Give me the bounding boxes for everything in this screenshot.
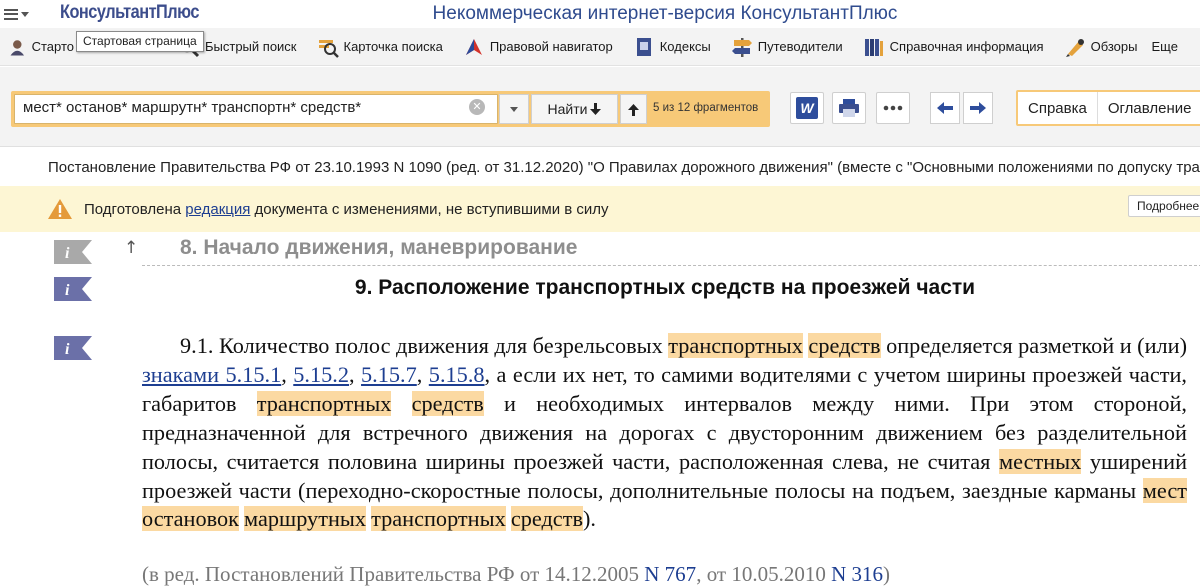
search-input[interactable]: мест* останов* маршрутн* транспортн* сре… [14, 94, 498, 124]
more-actions-button[interactable] [876, 92, 910, 124]
go-up-icon[interactable]: ↑ [124, 238, 138, 258]
pen-icon [1065, 38, 1084, 57]
word-icon: W [796, 97, 818, 119]
decree-link-767[interactable]: N 767 [644, 562, 696, 586]
compass-icon [465, 38, 482, 55]
toolbar-item-label: Быстрый поиск [205, 39, 297, 54]
para-text: определяется разметкой и (или) [880, 333, 1187, 358]
search-hit: мест [1142, 477, 1187, 503]
svg-text:W: W [800, 100, 815, 116]
warning-icon [48, 199, 72, 219]
toolbar-codexes[interactable]: Кодексы [619, 28, 717, 66]
search-hit: транспортных [371, 506, 506, 532]
toolbar-reviews[interactable]: Обзоры [1050, 28, 1144, 66]
find-button[interactable]: Найти [531, 94, 618, 124]
home-icon [10, 39, 25, 55]
sign-link-5-15-7[interactable]: 5.15.7 [361, 362, 417, 387]
toolbar-item-label: Карточка поиска [343, 39, 443, 54]
info-flag-icon[interactable]: i [54, 336, 92, 360]
section-divider [142, 265, 1200, 266]
toolbar-more[interactable]: Еще [1143, 28, 1183, 66]
toolbar-item-label: Путеводители [757, 39, 843, 54]
arrow-right-icon [970, 102, 986, 114]
toolbar-start-page[interactable]: Старто [0, 28, 80, 66]
para-text: , [349, 361, 362, 387]
fragment-counter: 5 из 12 фрагментов [653, 102, 759, 114]
search-hit: средств [510, 506, 583, 532]
search-panel: мест* останов* маршрутн* транспортн* сре… [11, 91, 770, 127]
doc-tabs: Справка Оглавление [1016, 90, 1200, 126]
warning-text-before: Подготовлена [84, 201, 186, 218]
section-title: 9. Расположение транспортных средств на … [354, 276, 976, 299]
warning-text-after: документа с изменениями, не вступившими … [250, 201, 609, 218]
sign-link-5-15-8[interactable]: 5.15.8 [429, 362, 485, 387]
toolbar-reference-info[interactable]: Справочная информация [849, 28, 1050, 66]
edition-warning-bar: Подготовлена редакция документа с измене… [0, 186, 1200, 232]
search-hit: остановок [142, 506, 239, 532]
note-text: (в ред. Постановлений Правительства РФ о… [142, 562, 645, 586]
forward-button[interactable] [963, 92, 993, 124]
para-text [391, 391, 411, 416]
sign-link-5-15-2[interactable]: 5.15.2 [293, 362, 349, 387]
search-band: мест* останов* маршрутн* транспортн* сре… [0, 67, 1200, 147]
toolbar-item-label: Правовой навигатор [489, 39, 613, 54]
toolbar-item-label: Обзоры [1090, 39, 1138, 54]
tab-reference[interactable]: Справка [1018, 92, 1098, 124]
toolbar-guides[interactable]: Путеводители [717, 28, 849, 66]
document-title: Постановление Правительства РФ от 23.10.… [48, 159, 1200, 176]
note-text: , от 10.05.2010 [696, 562, 832, 586]
clear-search-icon[interactable]: ✕ [469, 99, 485, 115]
toolbar-item-label: Старто [31, 39, 74, 54]
arrow-up-icon [628, 103, 639, 116]
svg-text:i: i [65, 341, 70, 358]
para-text: 9.1. Количество полос движения для безре… [180, 333, 669, 358]
note-text: ) [883, 562, 891, 586]
toolbar-item-label: Справочная информация [889, 39, 1044, 54]
more-dots-icon [883, 105, 903, 111]
toolbar-item-label: Еще [1151, 39, 1178, 54]
para-text: , [281, 361, 294, 387]
toolbar-search-card[interactable]: Карточка поиска [303, 28, 449, 66]
search-card-icon [318, 39, 339, 58]
search-hit: маршрутных [244, 506, 367, 532]
svg-text:i: i [65, 245, 70, 262]
search-hit: местных [999, 448, 1082, 474]
search-hit: средств [808, 333, 881, 358]
sign-link-5-15-1[interactable]: знаками 5.15.1 [142, 362, 281, 387]
previous-section-title[interactable]: 8. Начало движения, маневрирование [180, 236, 577, 260]
toolbar-legal-navigator[interactable]: Правовой навигатор [449, 28, 619, 66]
print-button[interactable] [832, 92, 866, 124]
details-button[interactable]: Подробнее [1128, 195, 1200, 217]
toolbar-item-label: Кодексы [659, 39, 711, 54]
chevron-down-icon [510, 106, 518, 112]
warning-text: Подготовлена редакция документа с измене… [84, 201, 609, 218]
title-bar: КонсультантПлюс Некоммерческая интернет-… [0, 0, 1200, 28]
back-button[interactable] [930, 92, 960, 124]
printer-icon [839, 99, 859, 117]
find-button-label: Найти [547, 101, 588, 117]
search-hit: транспортных [668, 333, 803, 358]
paragraph-9-1: 9.1. Количество полос движения для безре… [142, 332, 1187, 534]
info-flag-icon[interactable]: i [54, 240, 92, 264]
find-previous-button[interactable] [620, 94, 647, 124]
edition-link[interactable]: редакция [185, 201, 250, 218]
decree-link-316[interactable]: N 316 [831, 562, 883, 586]
app-title: Некоммерческая интернет-версия Консульта… [432, 3, 898, 24]
arrow-left-icon [937, 102, 953, 114]
search-hit: транспортных [256, 390, 392, 416]
search-hit: средств [411, 390, 484, 416]
export-word-button[interactable]: W [790, 92, 824, 124]
para-text: , [416, 361, 429, 387]
arrow-down-icon [590, 102, 602, 115]
search-history-dropdown[interactable] [499, 94, 529, 124]
books-icon [864, 38, 883, 56]
para-text: ). [582, 506, 596, 532]
codex-book-icon [636, 37, 651, 56]
edition-note: (в ред. Постановлений Правительства РФ о… [142, 562, 890, 587]
signpost-icon [731, 37, 752, 57]
tab-contents[interactable]: Оглавление [1098, 92, 1200, 124]
tooltip-start-page: Стартовая страница [76, 31, 204, 52]
